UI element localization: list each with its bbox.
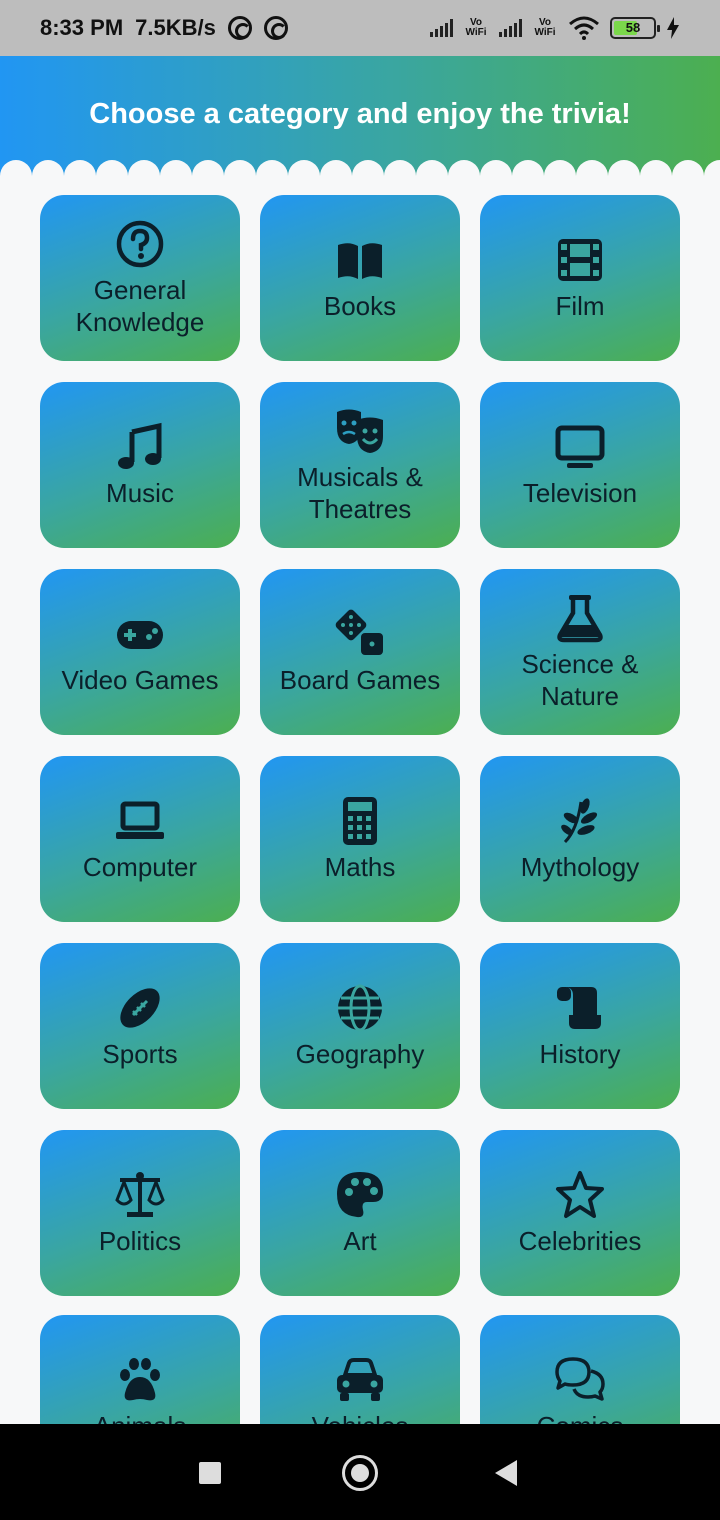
category-vehicles[interactable]: Vehicles <box>260 1315 460 1424</box>
paw-icon <box>114 1354 166 1406</box>
category-sports[interactable]: Sports <box>40 943 240 1109</box>
category-label: Geography <box>295 1039 425 1069</box>
flask-icon <box>554 592 606 644</box>
category-maths[interactable]: Maths <box>260 756 460 922</box>
category-science-nature[interactable]: Science & Nature <box>480 569 680 735</box>
category-board-games[interactable]: Board Games <box>260 569 460 735</box>
category-label: Computer <box>82 852 198 882</box>
category-general-knowledge[interactable]: General Knowledge <box>40 195 240 361</box>
category-label: Politics <box>98 1226 182 1256</box>
home-button[interactable] <box>342 1455 378 1491</box>
category-label: Vehicles <box>304 1410 417 1424</box>
book-icon <box>334 234 386 286</box>
comments-icon <box>554 1354 606 1406</box>
category-label: Film <box>555 291 605 321</box>
navigation-bar <box>0 1424 720 1520</box>
category-comics[interactable]: Comics <box>480 1315 680 1424</box>
film-icon <box>554 234 606 286</box>
sync-alt-icon <box>263 16 288 40</box>
category-mythology[interactable]: Mythology <box>480 756 680 922</box>
category-label: Animals <box>86 1410 194 1424</box>
category-label: Maths <box>324 852 396 882</box>
sync-icon <box>227 16 252 40</box>
category-label: Books <box>323 291 397 321</box>
category-animals[interactable]: Animals <box>40 1315 240 1424</box>
scalloped-edge <box>0 160 720 176</box>
category-label: History <box>539 1039 621 1069</box>
palette-icon <box>334 1169 386 1221</box>
question-circle-icon <box>114 218 166 270</box>
gamepad-icon <box>114 608 166 660</box>
category-video-games[interactable]: Video Games <box>40 569 240 735</box>
status-time: 8:33 PM <box>40 15 124 40</box>
battery-level: 58 <box>625 20 641 35</box>
category-music[interactable]: Music <box>40 382 240 548</box>
category-label: Video Games <box>61 665 219 695</box>
vowifi-label-2: Vo WiFi <box>534 17 556 38</box>
category-label: Celebrities <box>518 1226 642 1256</box>
signal-icon-2 <box>499 19 522 37</box>
page-title: Choose a category and enjoy the trivia! <box>89 98 631 130</box>
recents-button[interactable] <box>199 1462 221 1484</box>
laurel-icon <box>554 795 606 847</box>
tv-icon <box>554 421 606 473</box>
status-right: Vo WiFi Vo WiFi 58 <box>430 16 680 40</box>
category-art[interactable]: Art <box>260 1130 460 1296</box>
category-grid: General Knowledge Books Film Music Music… <box>40 195 680 1424</box>
category-label: Science & Nature <box>521 649 639 711</box>
calculator-icon <box>334 795 386 847</box>
category-label: Board Games <box>279 665 441 695</box>
charging-icon <box>667 17 679 39</box>
category-musicals-theatres[interactable]: Musicals & Theatres <box>260 382 460 548</box>
scale-icon <box>114 1169 166 1221</box>
category-politics[interactable]: Politics <box>40 1130 240 1296</box>
status-speed: 7.5KB/s <box>135 15 216 40</box>
category-history[interactable]: History <box>480 943 680 1109</box>
category-film[interactable]: Film <box>480 195 680 361</box>
category-label: Musicals & Theatres <box>297 462 423 524</box>
category-label: Art <box>343 1226 377 1256</box>
football-icon <box>114 982 166 1034</box>
category-books[interactable]: Books <box>260 195 460 361</box>
category-geography[interactable]: Geography <box>260 943 460 1109</box>
star-icon <box>554 1169 606 1221</box>
category-computer[interactable]: Computer <box>40 756 240 922</box>
signal-icon <box>430 19 453 37</box>
category-label: Sports <box>102 1039 178 1069</box>
category-television[interactable]: Television <box>480 382 680 548</box>
status-left: 8:33 PM 7.5KB/s <box>40 15 288 41</box>
dice-icon <box>334 608 386 660</box>
header-banner: Choose a category and enjoy the trivia! <box>0 56 720 176</box>
wifi-icon <box>569 16 599 40</box>
music-note-icon <box>114 421 166 473</box>
category-label: General Knowledge <box>75 275 205 337</box>
theater-masks-icon <box>334 405 386 457</box>
status-bar: 8:33 PM 7.5KB/s Vo WiFi Vo WiFi 58 <box>0 0 720 56</box>
vowifi-label: Vo WiFi <box>465 17 487 38</box>
category-label: Music <box>106 478 174 508</box>
category-label: Television <box>522 478 638 508</box>
back-button[interactable] <box>495 1460 517 1486</box>
globe-icon <box>334 982 386 1034</box>
scroll-icon <box>554 982 606 1034</box>
category-label: Comics <box>529 1410 632 1424</box>
laptop-icon <box>114 795 166 847</box>
car-icon <box>334 1354 386 1406</box>
battery-icon: 58 <box>610 17 660 39</box>
category-label: Mythology <box>520 852 640 882</box>
category-celebrities[interactable]: Celebrities <box>480 1130 680 1296</box>
